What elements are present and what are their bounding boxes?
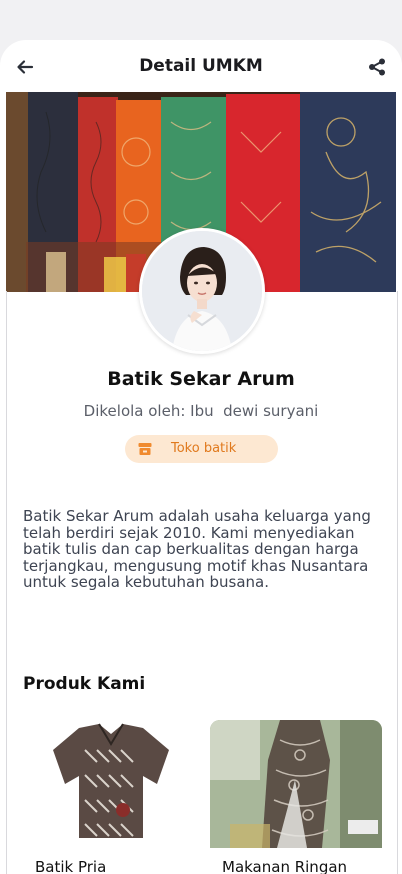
product-card-batik-pria[interactable]: Batik Pria bbox=[23, 720, 195, 874]
business-name: Batik Sekar Arum bbox=[107, 368, 295, 390]
batik-shirt-image bbox=[53, 723, 169, 838]
share-button[interactable] bbox=[364, 54, 390, 80]
share-icon bbox=[369, 58, 385, 76]
product-label: Batik Pria bbox=[35, 858, 107, 874]
page-title: Detail UMKM bbox=[139, 56, 263, 76]
product-image bbox=[23, 720, 195, 848]
owner-photo bbox=[142, 231, 262, 351]
category-label: Toko batik bbox=[171, 441, 237, 456]
category-badge: Toko batik bbox=[125, 435, 278, 463]
business-description: Batik Sekar Arum adalah usaha keluarga y… bbox=[23, 507, 371, 591]
app-header: Detail UMKM bbox=[0, 40, 402, 92]
store-icon bbox=[138, 443, 152, 455]
batik-dress-image bbox=[210, 720, 382, 848]
products-heading: Produk Kami bbox=[23, 674, 146, 694]
owner-text: Dikelola oleh: Ibu dewi suryani bbox=[83, 402, 319, 420]
back-button[interactable] bbox=[12, 54, 38, 80]
arrow-left-icon bbox=[17, 60, 34, 74]
detail-screen: Detail UMKM Batik Sekar Arum Dikelola ol… bbox=[0, 40, 402, 874]
avatar bbox=[139, 228, 265, 354]
product-image bbox=[210, 720, 382, 848]
product-label: Makanan Ringan bbox=[222, 858, 348, 874]
product-card-makanan-ringan[interactable]: Makanan Ringan bbox=[210, 720, 382, 874]
